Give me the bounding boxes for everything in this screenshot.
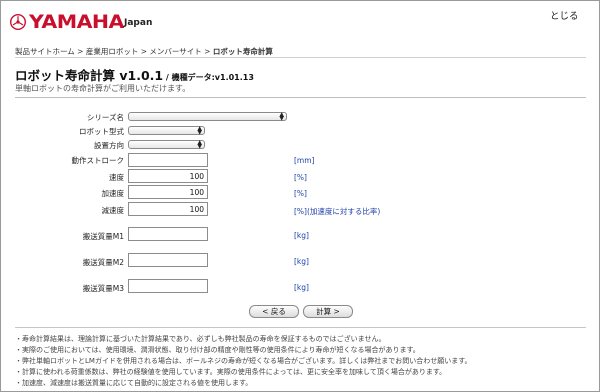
mass-m2-input[interactable] xyxy=(128,253,208,267)
model-select[interactable]: ▲ ▼ xyxy=(128,125,205,136)
breadcrumb-item-home[interactable]: 製品サイトホーム xyxy=(15,47,75,56)
series-select[interactable]: ▲ ▼ xyxy=(128,111,287,122)
orientation-label: 設置方向 xyxy=(94,141,124,150)
divider xyxy=(15,327,586,328)
close-link[interactable]: とじる xyxy=(550,8,579,22)
mass-m1-unit: [kg] xyxy=(294,231,309,240)
note-item: ・計算に使われる荷重係数は、弊社の経験値を使用しています。実際の使用条件によって… xyxy=(15,368,447,376)
region-label: Japan xyxy=(124,18,153,28)
tuning-fork-emblem-icon xyxy=(10,14,26,30)
accel-label: 加速度 xyxy=(101,189,125,198)
mass-m1-label: 搬送質量M1 xyxy=(82,232,124,241)
note-item: ・寿命計算結果は、理論計算に基づいた計算結果であり、必ずしも弊社製品の寿命を保証… xyxy=(15,335,386,343)
page-title: ロボット寿命計算 v1.0.1 / 機種データ:v1.01.13 xyxy=(15,65,254,84)
stroke-label: 動作ストローク xyxy=(71,156,125,165)
model-label: ロボット型式 xyxy=(79,127,124,136)
mass-m2-unit: [kg] xyxy=(294,257,309,266)
divider xyxy=(15,97,586,98)
mass-m2-label: 搬送質量M2 xyxy=(82,258,124,267)
brand-name: YAMAHA xyxy=(29,11,124,33)
decel-unit: [%](加速度に対する比率) xyxy=(294,207,381,216)
accel-unit: [%] xyxy=(294,189,307,198)
speed-input[interactable]: 100 xyxy=(128,169,208,183)
decel-input[interactable]: 100 xyxy=(128,202,208,216)
calculate-button[interactable]: 計算 > xyxy=(303,305,353,318)
updown-arrows-icon: ▲ ▼ xyxy=(279,111,284,122)
mass-m3-label: 搬送質量M3 xyxy=(82,284,124,293)
updown-arrows-icon: ▲ ▼ xyxy=(197,139,202,150)
brand-logo: YAMAHA xyxy=(10,11,124,33)
speed-unit: [%] xyxy=(294,173,307,182)
note-item: ・実際のご使用においては、使用環境、潤滑状態、取り付け部の精度や剛性等の使用条件… xyxy=(15,346,420,354)
accel-input[interactable]: 100 xyxy=(128,185,208,199)
data-version: / 機種データ:v1.01.13 xyxy=(163,73,254,82)
decel-label: 減速度 xyxy=(101,206,125,215)
breadcrumb-separator: > xyxy=(74,47,86,56)
page-subtitle: 単軸ロボットの寿命計算がご利用いただけます。 xyxy=(15,84,191,93)
mass-m3-input[interactable] xyxy=(128,279,208,293)
app-window: YAMAHA Japan とじる 製品サイトホーム > 産業用ロボット > メン… xyxy=(0,0,600,392)
breadcrumb-current: ロボット寿命計算 xyxy=(212,47,273,56)
breadcrumb: 製品サイトホーム > 産業用ロボット > メンバーサイト > ロボット寿命計算 xyxy=(15,46,273,57)
back-button[interactable]: < 戻る xyxy=(249,305,299,318)
stroke-input[interactable] xyxy=(128,153,208,167)
breadcrumb-item-robots[interactable]: 産業用ロボット xyxy=(86,47,139,56)
breadcrumb-separator: > xyxy=(201,47,213,56)
note-item: ・弊社単軸ロボットとLMガイドを併用される場合は、ボールネジの寿命が短くなる場合… xyxy=(15,357,472,365)
series-label: シリーズ名 xyxy=(86,113,124,122)
stroke-unit: [mm] xyxy=(294,156,315,165)
header: YAMAHA Japan とじる xyxy=(1,1,599,39)
mass-m3-unit: [kg] xyxy=(294,283,309,292)
updown-arrows-icon: ▲ ▼ xyxy=(197,125,202,136)
mass-m1-input[interactable] xyxy=(128,227,208,241)
page-title-text: ロボット寿命計算 v1.0.1 xyxy=(15,68,164,83)
breadcrumb-item-member[interactable]: メンバーサイト xyxy=(149,47,201,56)
breadcrumb-separator: > xyxy=(138,47,150,56)
speed-label: 速度 xyxy=(109,173,124,182)
note-item: ・加速度、減速度は搬送質量に応じて自動的に設定される値を使用します。 xyxy=(15,379,253,387)
orientation-select[interactable]: ▲ ▼ xyxy=(128,139,205,150)
divider xyxy=(15,57,586,58)
